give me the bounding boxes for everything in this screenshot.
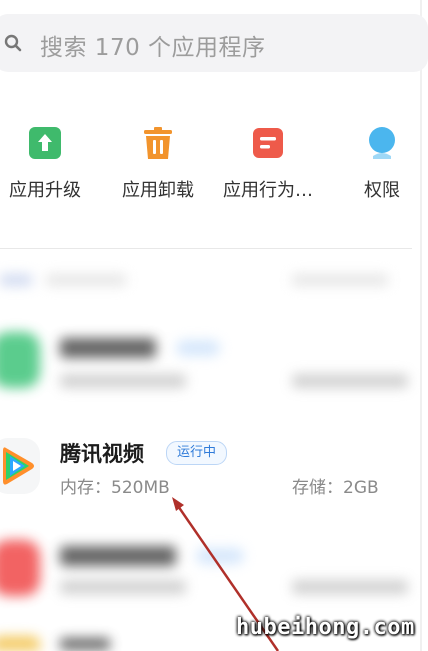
section-divider xyxy=(0,248,412,249)
behavior-icon xyxy=(251,126,285,160)
blurred-app-row[interactable] xyxy=(0,528,428,628)
quick-action-upgrade[interactable]: 应用升级 xyxy=(0,126,95,202)
memory-usage: 内存：520MB xyxy=(60,478,170,498)
search-bar[interactable]: 搜索 170 个应用程序 xyxy=(0,14,428,72)
status-badge: 运行中 xyxy=(166,441,228,465)
tencent-video-icon xyxy=(0,438,40,494)
quick-action-behavior[interactable]: 应用行为… xyxy=(218,126,318,202)
upgrade-icon xyxy=(28,126,62,160)
app-icon xyxy=(0,540,40,596)
trash-icon xyxy=(141,126,175,160)
search-icon xyxy=(4,34,22,52)
storage-usage: 存储：2GB xyxy=(292,478,379,498)
quick-action-label: 应用升级 xyxy=(9,180,81,201)
quick-action-label: 权限 xyxy=(364,180,400,201)
search-placeholder: 搜索 170 个应用程序 xyxy=(40,35,266,61)
blurred-section-header xyxy=(0,272,428,290)
app-icon xyxy=(0,332,40,388)
permission-icon xyxy=(365,126,399,160)
blurred-app-row[interactable] xyxy=(0,318,428,418)
quick-action-permission[interactable]: 权限 xyxy=(332,126,428,202)
app-row-tencent-video[interactable]: 腾讯视频 运行中 内存：520MB 存储：2GB xyxy=(0,428,428,528)
quick-action-label: 应用行为… xyxy=(223,180,313,201)
quick-action-uninstall[interactable]: 应用卸载 xyxy=(108,126,208,202)
quick-action-label: 应用卸载 xyxy=(122,180,194,201)
app-name: 腾讯视频 xyxy=(60,442,144,466)
watermark: hubeihong.com xyxy=(236,615,415,640)
